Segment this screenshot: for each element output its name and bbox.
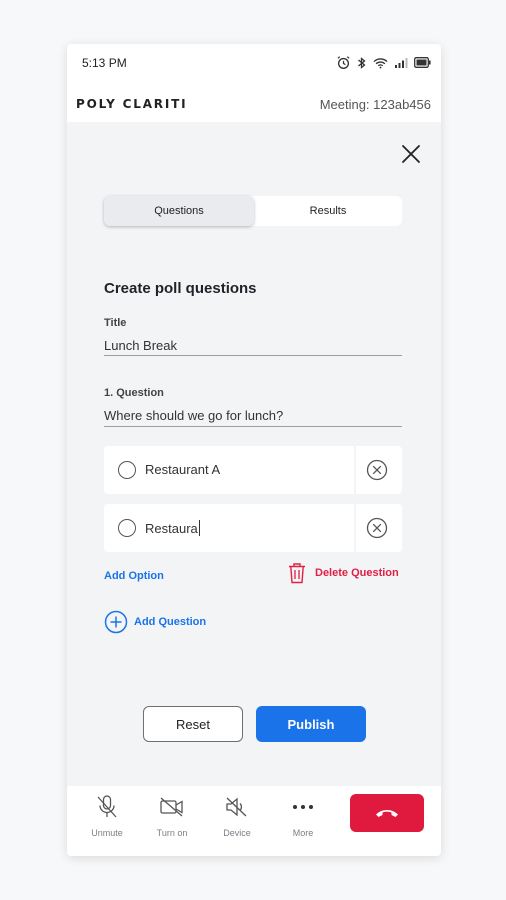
device-button[interactable]: Device (207, 794, 267, 838)
remove-option-button[interactable] (366, 459, 388, 481)
tab-results[interactable]: Results (254, 196, 402, 226)
title-input[interactable]: Lunch Break (104, 338, 177, 353)
remove-icon (366, 459, 388, 481)
meeting-id: Meeting: 123ab456 (319, 97, 431, 112)
delete-question-label: Delete Question (315, 567, 399, 579)
add-question-button[interactable]: Add Question (104, 610, 206, 634)
remove-icon (366, 517, 388, 539)
text-cursor (198, 520, 200, 536)
trash-icon (289, 563, 305, 584)
poll-tabs: Questions Results (104, 196, 402, 226)
speaker-off-icon (226, 797, 247, 817)
status-icons (336, 55, 431, 70)
option-text: Restaura (145, 521, 198, 536)
video-button[interactable]: Turn on (142, 794, 202, 838)
plus-circle-icon (104, 610, 128, 634)
delete-question-button[interactable]: Delete Question (287, 562, 399, 584)
battery-icon (414, 57, 431, 68)
remove-option-button[interactable] (366, 517, 388, 539)
title-underline (104, 355, 402, 356)
option-divider (354, 446, 356, 494)
mic-off-icon (97, 795, 117, 818)
radio-icon[interactable] (118, 519, 136, 537)
hang-up-icon (376, 810, 398, 817)
publish-button[interactable]: Publish (256, 706, 366, 742)
unmute-label: Unmute (91, 828, 123, 838)
question-input[interactable]: Where should we go for lunch? (104, 408, 283, 423)
video-label: Turn on (156, 828, 188, 838)
option-row: Restaura (104, 504, 402, 552)
app-header: POLY CLARITI Meeting: 123ab456 (67, 84, 441, 122)
option-input[interactable]: Restaura (145, 520, 200, 536)
status-time: 5:13 PM (82, 56, 127, 70)
title-label: Title (104, 317, 127, 329)
end-call-button[interactable] (350, 794, 424, 832)
unmute-button[interactable]: Unmute (77, 794, 137, 838)
tab-questions[interactable]: Questions (104, 196, 254, 226)
wifi-icon (373, 57, 388, 68)
bluetooth-icon (358, 56, 366, 69)
reset-button[interactable]: Reset (143, 706, 243, 742)
signal-icon (395, 57, 408, 68)
brand-logo: POLY CLARITI (76, 97, 188, 111)
close-icon (402, 145, 420, 163)
more-label: More (292, 828, 314, 838)
add-option-link[interactable]: Add Option (104, 570, 164, 582)
device-label: Device (223, 828, 251, 838)
alarm-icon (337, 56, 350, 69)
section-title: Create poll questions (104, 280, 257, 297)
video-off-icon (160, 797, 183, 817)
more-button[interactable]: More (273, 794, 333, 838)
add-question-label: Add Question (134, 616, 207, 628)
question-label: 1. Question (104, 387, 164, 399)
option-input[interactable]: Restaurant A (145, 462, 220, 477)
close-button[interactable] (399, 142, 423, 166)
status-bar: 5:13 PM (67, 44, 441, 84)
question-underline (104, 426, 402, 427)
radio-icon[interactable] (118, 461, 136, 479)
call-controls-bar: Unmute Turn on Device More (67, 786, 441, 856)
app-screen: 5:13 PM POLY CLARITI Meeting: 123ab456 Q… (67, 44, 441, 856)
more-icon (293, 805, 313, 809)
option-row: Restaurant A (104, 446, 402, 494)
option-divider (354, 504, 356, 552)
